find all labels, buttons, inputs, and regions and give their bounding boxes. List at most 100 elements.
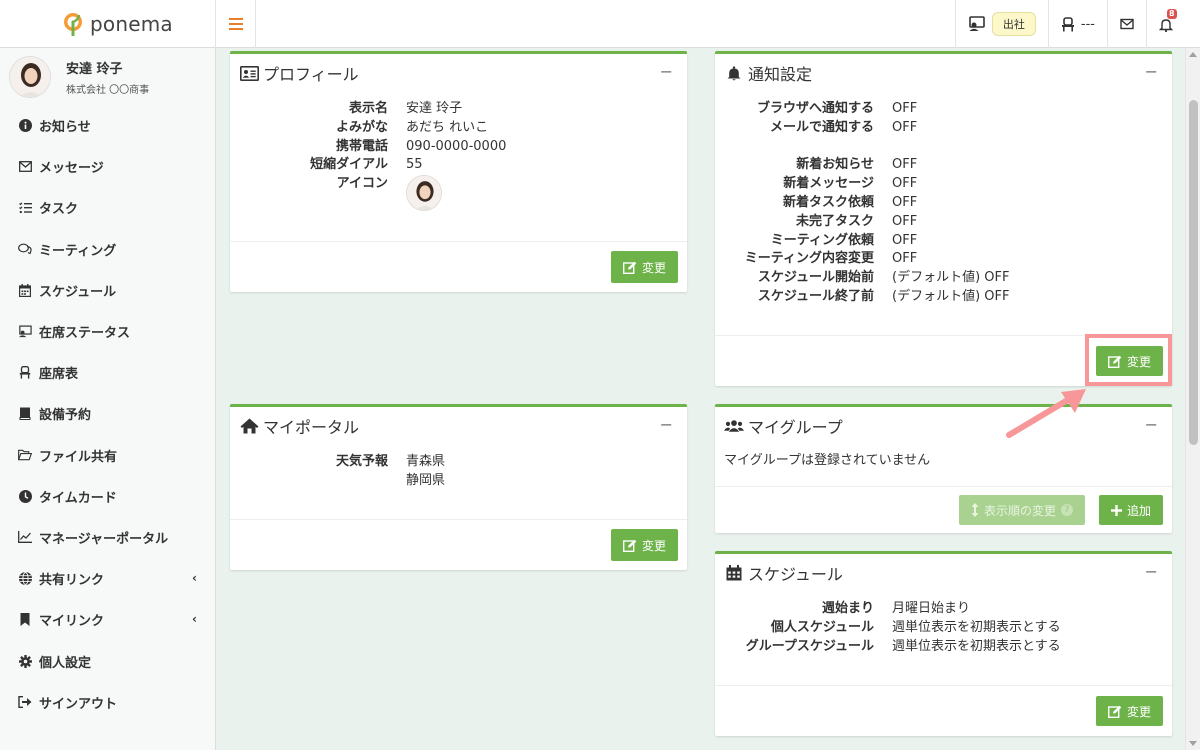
profile-value: 安達 玲子 (406, 101, 463, 116)
schedule-panel-footer: 変更 (715, 685, 1172, 736)
notification-row: スケジュール終了前 (デフォルト値) OFF (721, 288, 1172, 307)
profile-row: 携帯電話 090-0000-0000 (310, 138, 687, 157)
profile-key: 携帯電話 (335, 138, 388, 154)
sidebar-item-facility[interactable]: 設備予約 (0, 393, 215, 434)
checklist-icon (18, 201, 32, 215)
setting-key: ミーティング依頼 (770, 232, 874, 248)
edit-icon (622, 539, 637, 552)
sidebar-item-sign-out[interactable]: サインアウト (0, 682, 215, 723)
sidebar-item-label: マイリンク (39, 614, 105, 630)
schedule-edit-button[interactable]: 変更 (1095, 696, 1163, 726)
schedule-panel-header: スケジュール − (715, 554, 1172, 592)
avatar (9, 55, 51, 98)
sidebar-item-seating[interactable]: 座席表 (0, 352, 215, 393)
button-label: 表示順の変更 (983, 503, 1056, 518)
my-group-panel: マイグループ − マイグループは登録されていません 表示順の変更 ? 追加 (715, 404, 1172, 533)
sidebar-item-manager-portal[interactable]: マネージャーポータル (0, 517, 215, 558)
calendar-icon (18, 283, 32, 297)
sidebar-item-label: ミーティング (39, 243, 117, 259)
chevron-left-icon: ‹ (192, 612, 197, 627)
panel-title: スケジュール (748, 565, 843, 584)
edit-icon (622, 261, 637, 274)
help-icon: ? (1060, 504, 1073, 516)
button-label: 変更 (1126, 704, 1151, 719)
seat-icon (1061, 16, 1074, 31)
sidebar-item-shared-links[interactable]: 共有リンク ‹ (0, 558, 215, 599)
schedule-row: 週始まり 月曜日始まり (721, 600, 1172, 619)
setting-value: OFF (892, 194, 918, 210)
sidebar-item-messages[interactable]: メッセージ (0, 146, 215, 187)
sidebar-item-label: スケジュール (39, 284, 117, 300)
profile-panel-header: プロフィール − (230, 54, 687, 92)
panel-title: マイポータル (263, 418, 360, 437)
reorder-button[interactable]: 表示順の変更 ? (958, 495, 1085, 525)
collapse-button[interactable]: − (660, 62, 673, 81)
mail-icon (1120, 18, 1134, 30)
collapse-button[interactable]: − (1145, 562, 1158, 581)
scrollbar[interactable] (1185, 48, 1200, 750)
sidebar-item-meetings[interactable]: ミーティング (0, 229, 215, 270)
seat-text: --- (1080, 16, 1095, 32)
top-bar: ponema 出社 --- 8 (0, 0, 1200, 48)
sort-icon (971, 503, 979, 517)
panel-title: 通知設定 (748, 65, 813, 84)
schedule-row: 個人スケジュール 週単位表示を初期表示とする (721, 619, 1172, 638)
seat-button[interactable]: --- (1047, 0, 1107, 48)
sidebar-item-presence[interactable]: 在席ステータス (0, 311, 215, 352)
scroll-thumb[interactable] (1189, 100, 1198, 445)
weather-key: 天気予報 (335, 454, 388, 469)
setting-value: OFF (892, 213, 918, 229)
menu-toggle-button[interactable] (216, 0, 256, 48)
add-group-button[interactable]: 追加 (1098, 495, 1163, 525)
plus-icon (1110, 504, 1122, 516)
portal-edit-button[interactable]: 変更 (610, 529, 678, 561)
notification-row: 新着お知らせ OFF (721, 156, 1172, 175)
line-chart-icon (18, 530, 32, 544)
sidebar-item-files[interactable]: ファイル共有 (0, 435, 215, 476)
gear-icon (18, 654, 32, 668)
setting-key: ミーティング内容変更 (744, 251, 874, 267)
group-panel-header: マイグループ − (715, 407, 1172, 445)
users-icon (724, 417, 744, 435)
sidebar-item-label: 座席表 (39, 367, 79, 383)
profile-row: 表示名 安達 玲子 (310, 100, 687, 119)
sidebar-item-tasks[interactable]: タスク (0, 187, 215, 228)
logo-text: ponema (90, 12, 173, 36)
status-pill: 出社 (991, 12, 1036, 36)
sidebar-item-timecard[interactable]: タイムカード (0, 476, 215, 517)
info-icon (18, 119, 32, 133)
scroll-up-arrow[interactable] (1189, 52, 1197, 57)
bell-icon (724, 64, 744, 82)
clock-icon (18, 489, 32, 503)
user-card[interactable]: 安達 玲子 株式会社 〇〇商事 (0, 48, 215, 105)
group-panel-footer: 表示順の変更 ? 追加 (715, 486, 1172, 533)
notification-row: スケジュール開始前 (デフォルト値) OFF (721, 269, 1172, 288)
mail-button[interactable] (1107, 0, 1146, 48)
collapse-button[interactable]: − (1145, 415, 1158, 434)
collapse-button[interactable]: − (1145, 62, 1158, 81)
logo[interactable]: ponema (0, 0, 216, 48)
setting-key: 新着メッセージ (783, 176, 874, 192)
collapse-button[interactable]: − (660, 415, 673, 434)
scroll-down-arrow[interactable] (1189, 741, 1197, 746)
book-icon (18, 407, 32, 421)
bookmark-icon (18, 613, 32, 627)
setting-value: OFF (892, 157, 918, 173)
sidebar-item-schedule[interactable]: スケジュール (0, 270, 215, 311)
sidebar-item-personal-settings[interactable]: 個人設定 (0, 640, 215, 681)
sidebar-item-label: メッセージ (39, 161, 104, 177)
profile-key: 短縮ダイアル (310, 157, 388, 173)
notifications-button[interactable]: 8 (1146, 0, 1185, 48)
sidebar-item-my-links[interactable]: マイリンク ‹ (0, 599, 215, 640)
attendance-status-button[interactable]: 出社 (954, 0, 1048, 48)
schedule-row: グループスケジュール 週単位表示を初期表示とする (721, 638, 1172, 657)
sidebar-item-news[interactable]: お知らせ (0, 105, 215, 146)
notification-row: メールで通知する OFF (721, 119, 1172, 138)
setting-value: OFF (892, 176, 918, 192)
presence-icon (18, 325, 32, 339)
profile-edit-button[interactable]: 変更 (610, 251, 678, 283)
calendar-icon (724, 564, 744, 582)
envelope-icon (18, 160, 32, 174)
setting-key: 未完了タスク (795, 213, 874, 229)
notification-badge: 8 (1167, 9, 1177, 19)
